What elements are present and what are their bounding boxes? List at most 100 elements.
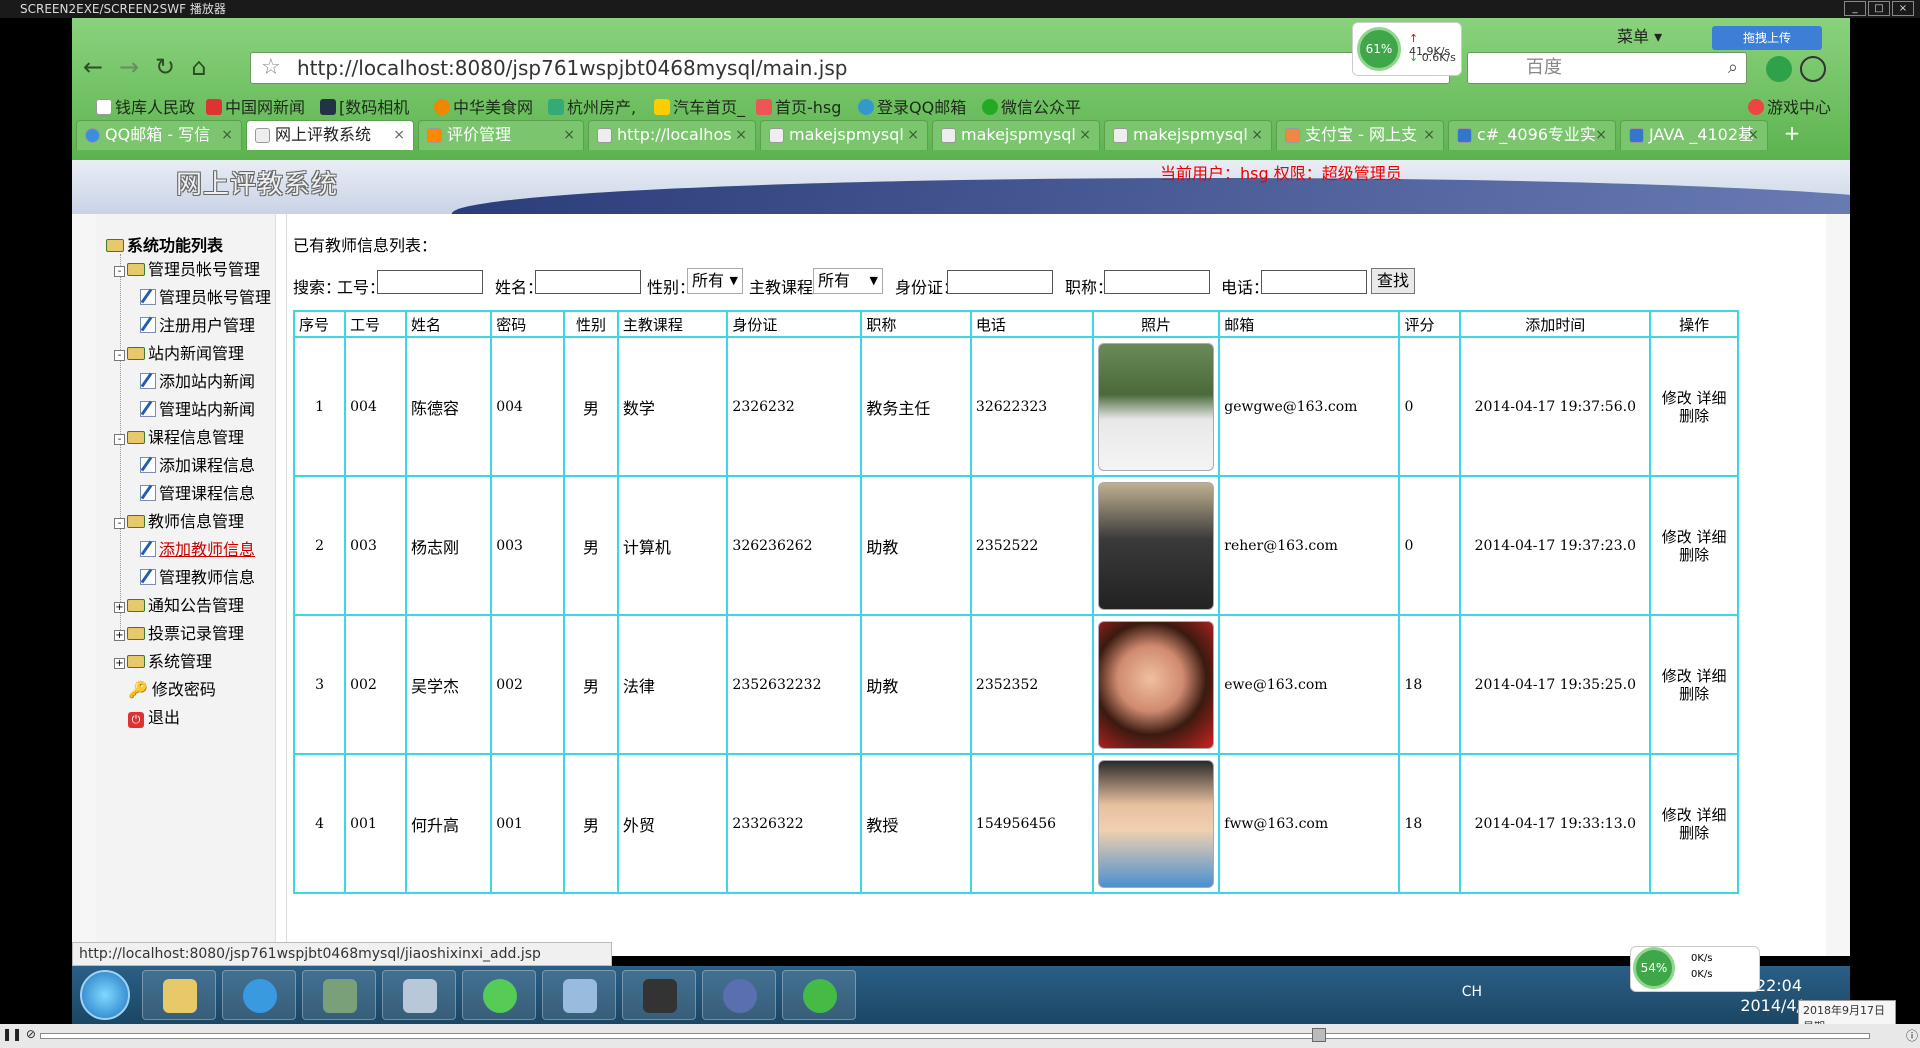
close-icon[interactable]: × bbox=[907, 121, 919, 149]
sidebar-group-news[interactable]: - 站内新闻管理 bbox=[114, 340, 244, 364]
tab-makejsp-2[interactable]: makejspmysql × bbox=[932, 120, 1100, 150]
expand-icon[interactable]: + bbox=[114, 630, 125, 641]
edit-link[interactable]: 修改 bbox=[1662, 389, 1692, 407]
back-icon[interactable]: ← bbox=[78, 52, 108, 82]
tab-pingjiao[interactable]: 网上评教系统 × bbox=[246, 120, 414, 150]
close-icon[interactable]: × bbox=[1423, 121, 1435, 149]
edit-link[interactable]: 修改 bbox=[1662, 667, 1692, 685]
close-icon[interactable]: × bbox=[735, 121, 747, 149]
taskbar-app-eclipse[interactable] bbox=[702, 970, 776, 1020]
edit-link[interactable]: 修改 bbox=[1662, 806, 1692, 824]
sidebar-item-manage-teacher[interactable]: 管理教师信息 bbox=[140, 564, 255, 588]
taskbar-app-browser[interactable] bbox=[222, 970, 296, 1020]
sidebar-item-add-course[interactable]: 添加课程信息 bbox=[140, 452, 255, 476]
collapse-icon[interactable]: - bbox=[114, 350, 125, 361]
address-bar[interactable]: ☆ http://localhost:8080/jsp761wspjbt0468… bbox=[250, 52, 1450, 84]
delete-link[interactable]: 删除 bbox=[1679, 546, 1709, 564]
sidebar-item-change-password[interactable]: 🔑 修改密码 bbox=[128, 676, 216, 700]
maximize-icon[interactable]: □ bbox=[1868, 1, 1890, 16]
tab-makejsp-1[interactable]: makejspmysql × bbox=[760, 120, 928, 150]
close-icon[interactable]: × bbox=[1747, 121, 1759, 149]
minimize-icon[interactable]: _ bbox=[1844, 1, 1866, 16]
taskbar-app-notes[interactable] bbox=[542, 970, 616, 1020]
bookmark-item[interactable]: 汽车首页_ bbox=[654, 94, 745, 118]
collapse-icon[interactable]: - bbox=[114, 266, 125, 277]
close-icon[interactable]: × bbox=[1079, 121, 1091, 149]
ime-indicator[interactable]: CH bbox=[1462, 984, 1482, 1000]
star-icon[interactable]: ☆ bbox=[261, 53, 281, 83]
delete-link[interactable]: 删除 bbox=[1679, 824, 1709, 842]
delete-link[interactable]: 删除 bbox=[1679, 685, 1709, 703]
tab-makejsp-3[interactable]: makejspmysql × bbox=[1104, 120, 1272, 150]
bookmark-item[interactable]: 中国网新闻 bbox=[206, 94, 305, 118]
close-icon[interactable]: × bbox=[1892, 1, 1914, 16]
taskbar-app-explorer[interactable] bbox=[142, 970, 216, 1020]
xingbie-select[interactable]: 所有 ▼ bbox=[687, 268, 743, 294]
tab-localhost[interactable]: http://localhos × bbox=[588, 120, 756, 150]
tab-alipay[interactable]: 支付宝 - 网上支 × bbox=[1276, 120, 1444, 150]
bookmark-item[interactable]: 中华美食网 bbox=[434, 94, 533, 118]
player-progress-track[interactable] bbox=[40, 1033, 1870, 1039]
new-tab-button[interactable]: + bbox=[1772, 120, 1812, 148]
forward-icon[interactable]: → bbox=[114, 52, 144, 82]
edit-link[interactable]: 修改 bbox=[1662, 528, 1692, 546]
sidebar-item-add-news[interactable]: 添加站内新闻 bbox=[140, 368, 255, 392]
tab-csharp[interactable]: c#_4096专业实 × bbox=[1448, 120, 1616, 150]
taskbar-app-player[interactable] bbox=[622, 970, 696, 1020]
sidebar-group-vote[interactable]: + 投票记录管理 bbox=[114, 620, 244, 644]
bookmark-item[interactable]: 微信公众平 bbox=[982, 94, 1081, 118]
home-icon[interactable]: ⌂ bbox=[184, 52, 214, 82]
detail-link[interactable]: 详细 bbox=[1697, 528, 1727, 546]
close-icon[interactable]: × bbox=[393, 121, 405, 149]
wechat-icon[interactable] bbox=[1766, 56, 1792, 82]
close-icon[interactable]: × bbox=[1251, 121, 1263, 149]
detail-link[interactable]: 详细 bbox=[1697, 806, 1727, 824]
taskbar-app-files[interactable] bbox=[382, 970, 456, 1020]
upload-button[interactable]: 拖拽上传 bbox=[1712, 26, 1822, 50]
delete-link[interactable]: 删除 bbox=[1679, 407, 1709, 425]
collapse-icon[interactable]: - bbox=[114, 434, 125, 445]
bookmark-item[interactable]: [数码相机 bbox=[320, 94, 409, 118]
teacher-photo[interactable] bbox=[1097, 620, 1214, 749]
teacher-photo[interactable] bbox=[1097, 481, 1214, 610]
xingming-input[interactable] bbox=[535, 270, 641, 294]
bookmark-item[interactable]: 杭州房产, bbox=[548, 94, 636, 118]
bookmark-item[interactable]: 首页-hsg bbox=[756, 94, 841, 118]
info-icon[interactable]: ⓘ bbox=[1906, 1027, 1918, 1044]
pause-icon[interactable]: ❚❚ ⊘ bbox=[2, 1027, 36, 1041]
detail-link[interactable]: 详细 bbox=[1697, 667, 1727, 685]
expand-icon[interactable]: + bbox=[114, 658, 125, 669]
tab-java[interactable]: JAVA _4102基 × bbox=[1620, 120, 1768, 150]
player-progress-knob[interactable] bbox=[1312, 1028, 1326, 1042]
taskbar-app-tools[interactable] bbox=[302, 970, 376, 1020]
tab-pingjia[interactable]: 评价管理 × bbox=[418, 120, 584, 150]
teacher-photo[interactable] bbox=[1097, 342, 1214, 471]
bookmark-item[interactable]: 钱库人民政 bbox=[96, 94, 195, 118]
sidebar-item-add-teacher[interactable]: 添加教师信息 bbox=[140, 536, 255, 560]
search-button[interactable]: 查找 bbox=[1371, 268, 1415, 294]
search-icon[interactable]: ⌕ bbox=[1728, 53, 1738, 83]
zhicheng-input[interactable] bbox=[1104, 270, 1210, 294]
sidebar-group-notice[interactable]: + 通知公告管理 bbox=[114, 592, 244, 616]
sidebar-group-teacher[interactable]: - 教师信息管理 bbox=[114, 508, 244, 532]
sidebar-item-manage-course[interactable]: 管理课程信息 bbox=[140, 480, 255, 504]
kecheng-select[interactable]: 所有 ▼ bbox=[813, 268, 883, 294]
taskbar-app-music[interactable] bbox=[782, 970, 856, 1020]
tab-qqmail[interactable]: QQ邮箱 - 写信 × bbox=[76, 120, 242, 150]
expand-icon[interactable]: + bbox=[114, 602, 125, 613]
sidebar-item-register-users[interactable]: 注册用户管理 bbox=[140, 312, 255, 336]
sidebar-group-course[interactable]: - 课程信息管理 bbox=[114, 424, 244, 448]
sidebar-root[interactable]: 系统功能列表 bbox=[106, 232, 223, 256]
gonghao-input[interactable] bbox=[377, 270, 483, 294]
close-icon[interactable]: × bbox=[1595, 121, 1607, 149]
collapse-icon[interactable]: - bbox=[114, 518, 125, 529]
menu-button[interactable]: 菜单 ▾ bbox=[1617, 23, 1662, 47]
shenfenzheng-input[interactable] bbox=[947, 270, 1053, 294]
search-input[interactable]: 百度 ⌕ bbox=[1467, 52, 1747, 84]
close-icon[interactable]: × bbox=[221, 121, 233, 149]
teacher-photo[interactable] bbox=[1097, 759, 1214, 888]
detail-link[interactable]: 详细 bbox=[1697, 389, 1727, 407]
sidebar-group-admin[interactable]: - 管理员帐号管理 bbox=[114, 256, 260, 280]
bookmark-item-games[interactable]: 游戏中心 bbox=[1748, 94, 1831, 118]
bookmark-item[interactable]: 登录QQ邮箱 bbox=[858, 94, 966, 118]
